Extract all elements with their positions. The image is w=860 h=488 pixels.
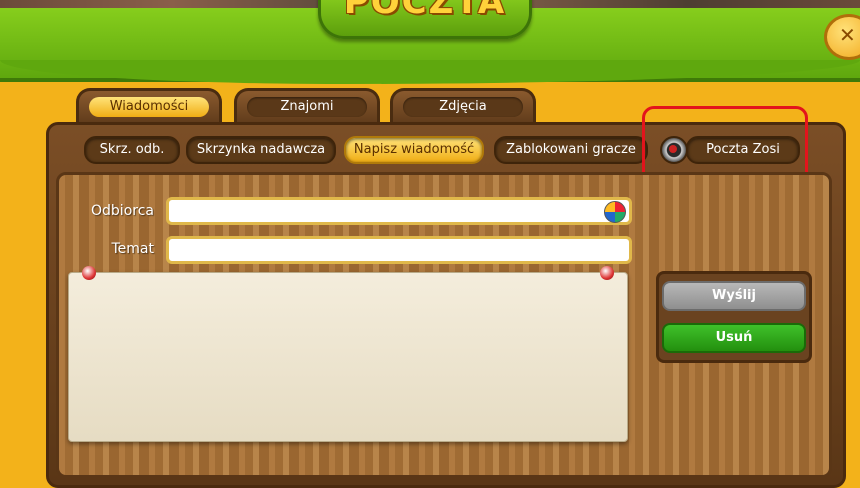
tab-znajomi[interactable]: Znajomi [234, 88, 380, 125]
tab-label: Wiadomości [89, 97, 209, 117]
subject-label: Temat [111, 241, 155, 257]
subnav-inbox[interactable]: Skrz. odb. [84, 136, 180, 164]
address-book-icon[interactable] [604, 201, 626, 223]
pin-icon [82, 266, 96, 280]
title-plate: POCZTA [318, 0, 532, 39]
recipient-field[interactable] [166, 197, 632, 225]
delete-button[interactable]: Usuń [662, 323, 806, 353]
recipient-label: Odbiorca [91, 203, 154, 219]
app-title: POCZTA [343, 0, 507, 22]
pin-icon [600, 266, 614, 280]
subject-field[interactable] [166, 236, 632, 264]
subnav-compose[interactable]: Napisz wiadomość [344, 136, 484, 164]
tab-zdjecia[interactable]: Zdjęcia [390, 88, 536, 125]
subnav-blocked[interactable]: Zablokowani gracze [494, 136, 648, 164]
send-button[interactable]: Wyślij [662, 281, 806, 311]
tab-label: Znajomi [247, 97, 367, 117]
subnav-outbox[interactable]: Skrzynka nadawcza [186, 136, 336, 164]
message-textarea[interactable] [68, 272, 628, 442]
close-icon: ✕ [839, 23, 856, 47]
tab-label: Zdjęcia [403, 97, 523, 117]
tab-wiadomosci[interactable]: Wiadomości [76, 88, 222, 125]
